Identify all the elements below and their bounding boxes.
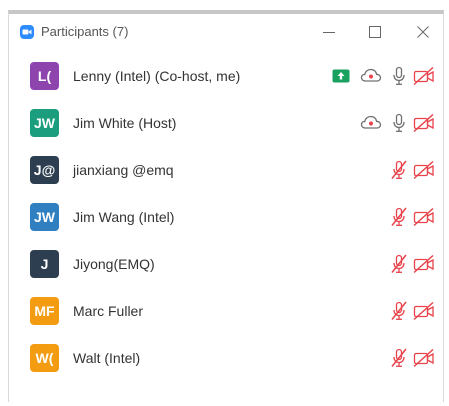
avatar: J@	[30, 156, 59, 184]
title-bar[interactable]: Participants (7)	[9, 14, 443, 50]
participant-row[interactable]: MF Marc Fuller	[9, 287, 443, 334]
microphone-icon[interactable]	[388, 66, 410, 86]
video-off-icon[interactable]	[413, 113, 435, 133]
close-icon	[417, 26, 429, 38]
video-off-icon[interactable]	[413, 254, 435, 274]
participant-row[interactable]: J Jiyong(EMQ)	[9, 240, 443, 287]
avatar: L(	[30, 62, 59, 90]
participants-window: Participants (7) L( Lenny (Intel) (Co-hos…	[8, 10, 444, 402]
screen-share-icon[interactable]	[332, 69, 354, 89]
microphone-muted-icon[interactable]	[388, 254, 410, 274]
participant-name: Jiyong(EMQ)	[73, 256, 155, 272]
participant-name: Marc Fuller	[73, 303, 144, 319]
maximize-button[interactable]	[357, 18, 393, 46]
microphone-muted-icon[interactable]	[388, 301, 410, 321]
video-off-icon[interactable]	[413, 160, 435, 180]
avatar: MF	[30, 297, 59, 325]
avatar: J	[30, 250, 59, 278]
video-off-icon[interactable]	[413, 207, 435, 227]
microphone-muted-icon[interactable]	[388, 207, 410, 227]
participant-name: Jim White (Host)	[73, 115, 177, 131]
avatar: W(	[30, 344, 59, 372]
video-off-icon[interactable]	[413, 301, 435, 321]
participant-name: jianxiang @emq	[73, 162, 174, 178]
cloud-record-icon	[360, 113, 382, 133]
zoom-camera-icon	[20, 25, 34, 39]
participant-row[interactable]: J@ jianxiang @emq	[9, 146, 443, 193]
participant-row[interactable]: JW Jim Wang (Intel)	[9, 193, 443, 240]
minimize-icon	[323, 32, 335, 33]
microphone-muted-icon[interactable]	[388, 348, 410, 368]
microphone-icon[interactable]	[388, 113, 410, 133]
participant-list: L( Lenny (Intel) (Co-host, me) JW Jim White…	[9, 52, 443, 381]
participant-row[interactable]: L( Lenny (Intel) (Co-host, me)	[9, 52, 443, 99]
participant-row[interactable]: JW Jim White (Host)	[9, 99, 443, 146]
participant-name: Lenny (Intel) (Co-host, me)	[73, 68, 241, 84]
avatar: JW	[30, 203, 59, 231]
cloud-record-icon	[360, 66, 382, 86]
video-off-icon[interactable]	[413, 348, 435, 368]
avatar: JW	[30, 109, 59, 137]
video-off-icon[interactable]	[413, 66, 435, 86]
participant-row[interactable]: W( Walt (Intel)	[9, 334, 443, 381]
window-title: Participants (7)	[41, 24, 129, 39]
close-button[interactable]	[405, 18, 441, 46]
maximize-icon	[369, 26, 381, 38]
participant-name: Jim Wang (Intel)	[73, 209, 175, 225]
microphone-muted-icon[interactable]	[388, 160, 410, 180]
minimize-button[interactable]	[311, 18, 347, 46]
participant-name: Walt (Intel)	[73, 350, 141, 366]
